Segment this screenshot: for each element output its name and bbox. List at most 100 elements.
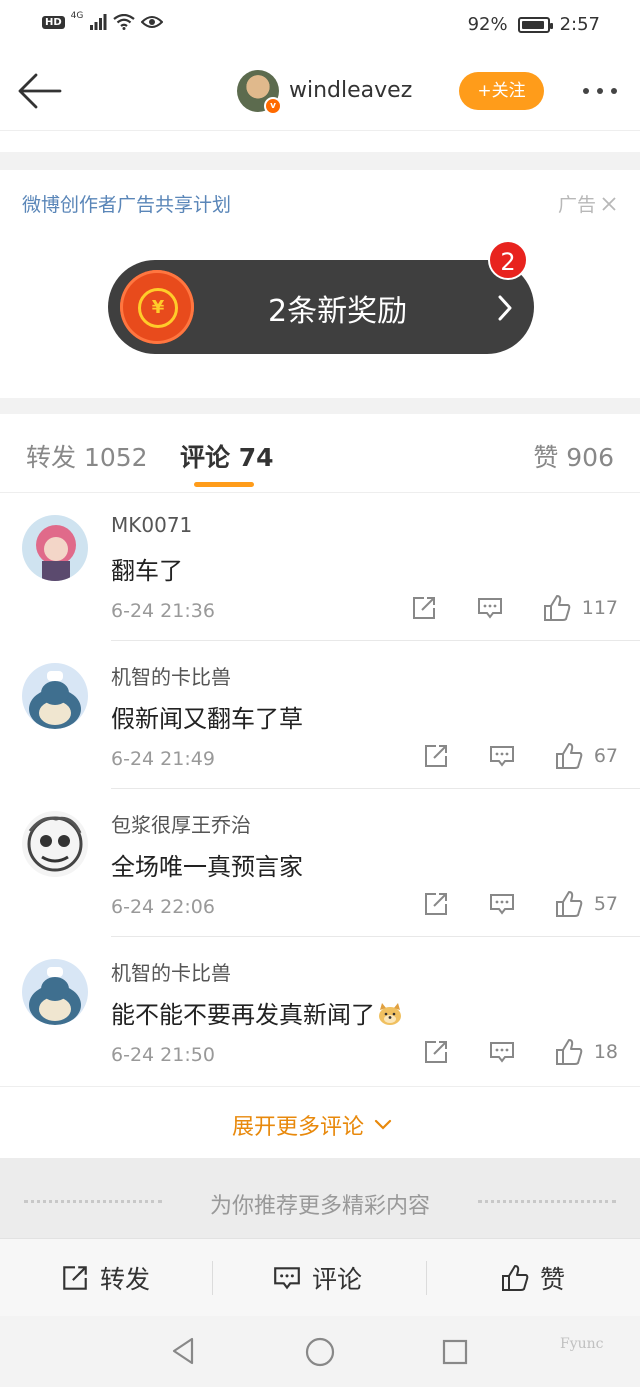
reward-text: 2条新奖励 [268, 294, 408, 329]
ad-label: 广告 [557, 194, 596, 216]
like-button[interactable]: 117 [542, 593, 618, 623]
recommend-label: 为你推荐更多精彩内容 [209, 1194, 430, 1219]
chevron-down-icon [374, 1119, 392, 1130]
comment-button[interactable]: 评论 [272, 1239, 362, 1317]
divider [212, 1261, 213, 1295]
watermark: Fyunc [560, 1336, 604, 1352]
avatar[interactable] [22, 959, 88, 1025]
wifi-icon [113, 14, 136, 30]
comment-icon [274, 1267, 300, 1290]
like-button[interactable]: 18 [554, 1037, 618, 1067]
top-nav-bar: v windleavez +关注 [0, 52, 640, 131]
comment-text: 能不能不要再发真新闻了 [111, 995, 403, 1030]
bottom-action-bar: 转发 评论 赞 [0, 1238, 640, 1317]
tab-likes[interactable]: 赞 906 [533, 438, 614, 474]
reply-icon[interactable] [488, 890, 516, 918]
expand-more-comments[interactable]: 展开更多评论 [0, 1086, 640, 1159]
divider [426, 1261, 427, 1295]
like-button[interactable]: 赞 [500, 1239, 565, 1317]
comment-actions: 57 [422, 888, 618, 920]
repost-icon[interactable] [422, 890, 450, 918]
comment-item: MK0071 翻车了 6-24 21:36 117 [0, 493, 640, 641]
section-divider [0, 152, 640, 170]
commenter-name[interactable]: MK0071 [111, 513, 192, 537]
comment-time: 6-24 21:49 [111, 748, 215, 770]
comment-text-body: 能不能不要再发真新闻了 [111, 1001, 375, 1029]
comment-time: 6-24 21:36 [111, 600, 215, 622]
dotted-divider [478, 1200, 616, 1203]
network-indicator: 4G [70, 11, 84, 21]
like-button[interactable]: 57 [554, 889, 618, 919]
like-count: 67 [593, 745, 618, 767]
comment-time: 6-24 22:06 [111, 896, 215, 918]
expand-label: 展开更多评论 [232, 1115, 365, 1140]
close-icon [602, 196, 616, 211]
repost-button[interactable]: 转发 [60, 1239, 150, 1317]
recommend-section: 为你推荐更多精彩内容 [0, 1158, 640, 1238]
tab-bar: 转发 1052 评论 74 赞 906 [0, 414, 640, 493]
ad-close[interactable]: 广告 [558, 190, 618, 217]
ad-title[interactable]: 微博创作者广告共享计划 [22, 190, 231, 217]
thumbs-up-icon [502, 1265, 529, 1291]
system-nav-bar [0, 1316, 640, 1387]
avatar[interactable] [22, 515, 88, 581]
avatar[interactable] [22, 663, 88, 729]
recents-square-icon[interactable] [441, 1338, 469, 1366]
clock: 2:57 [559, 14, 600, 35]
doge-emoji-icon [379, 1003, 401, 1025]
like-count: 117 [581, 597, 618, 619]
reward-banner[interactable]: ¥ 2条新奖励 2 [108, 240, 534, 354]
repost-icon[interactable] [422, 742, 450, 770]
comment-time: 6-24 21:50 [111, 1044, 215, 1066]
thumbs-up-icon [543, 595, 571, 621]
like-button[interactable]: 67 [554, 741, 618, 771]
back-arrow-icon[interactable] [14, 70, 64, 112]
avatar[interactable] [22, 811, 88, 877]
status-bar: HD 4G 92% 2:57 [0, 0, 640, 52]
active-tab-indicator [194, 482, 254, 487]
comment-label: 评论 [312, 1265, 363, 1294]
battery-percent: 92% [467, 14, 508, 35]
back-triangle-icon[interactable] [170, 1336, 196, 1366]
commenter-name[interactable]: 机智的卡比兽 [111, 661, 231, 690]
user-avatar[interactable]: v [237, 70, 282, 115]
coin-icon: ¥ [138, 288, 178, 328]
comment-text: 翻车了 [111, 557, 183, 585]
reply-icon[interactable] [488, 742, 516, 770]
hd-indicator: HD [42, 15, 65, 29]
like-label: 赞 [540, 1265, 566, 1294]
thumbs-up-icon [555, 1039, 583, 1065]
commenter-name[interactable]: 机智的卡比兽 [111, 957, 231, 986]
home-circle-icon[interactable] [304, 1336, 336, 1368]
eye-icon [141, 16, 164, 28]
username[interactable]: windleavez [289, 78, 412, 103]
red-envelope-icon: ¥ [120, 270, 194, 344]
reply-icon[interactable] [488, 1038, 516, 1066]
comment-text: 全场唯一真预言家 [111, 853, 303, 881]
reply-icon[interactable] [476, 594, 504, 622]
comment-actions: 18 [422, 1036, 618, 1068]
signal-icon [90, 14, 107, 30]
chevron-right-icon [498, 295, 512, 321]
tab-repost[interactable]: 转发 1052 [26, 438, 148, 474]
verified-badge-icon: v [264, 97, 282, 115]
section-divider [0, 398, 640, 414]
repost-label: 转发 [100, 1265, 151, 1294]
comment-text: 假新闻又翻车了草 [111, 705, 303, 733]
follow-button[interactable]: +关注 [459, 72, 544, 110]
comment-item: 机智的卡比兽 能不能不要再发真新闻了 6-24 21:50 18 [0, 937, 640, 1085]
repost-icon[interactable] [422, 1038, 450, 1066]
thumbs-up-icon [555, 891, 583, 917]
comment-item: 包浆很厚王乔治 全场唯一真预言家 6-24 22:06 57 [0, 789, 640, 937]
repost-icon[interactable] [410, 594, 438, 622]
thumbs-up-icon [555, 743, 583, 769]
tab-comments[interactable]: 评论 74 [180, 438, 274, 474]
reward-count-badge: 2 [488, 240, 528, 280]
comment-actions: 117 [410, 592, 618, 624]
comment-item: 机智的卡比兽 假新闻又翻车了草 6-24 21:49 67 [0, 641, 640, 789]
like-count: 57 [593, 893, 618, 915]
ad-card: 微博创作者广告共享计划 广告 ¥ 2条新奖励 2 [0, 170, 640, 398]
more-options-icon[interactable] [575, 80, 625, 102]
comment-actions: 67 [422, 740, 618, 772]
commenter-name[interactable]: 包浆很厚王乔治 [111, 809, 251, 838]
